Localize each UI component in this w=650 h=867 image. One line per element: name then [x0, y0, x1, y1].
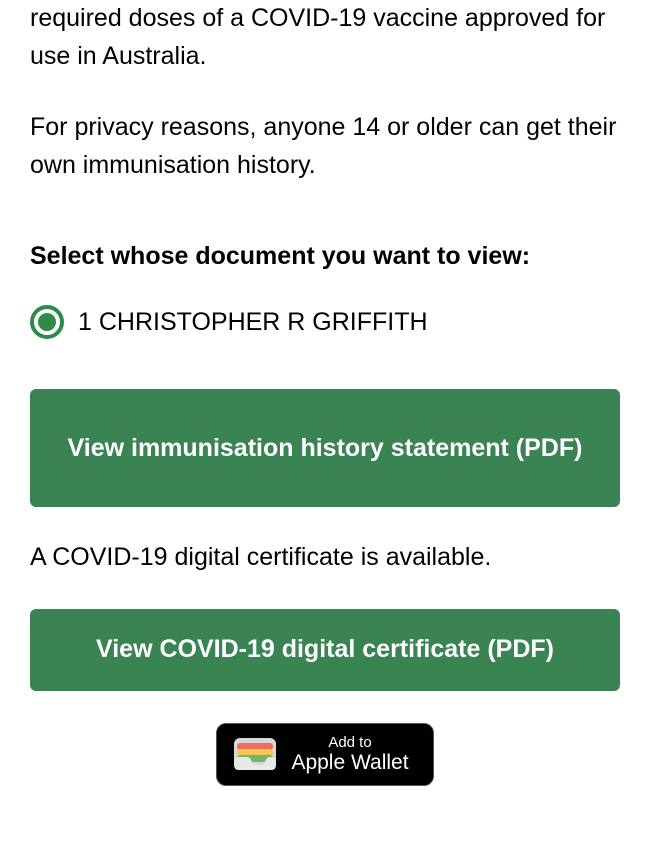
intro-paragraph-2: For privacy reasons, anyone 14 or older …	[30, 109, 620, 184]
view-immunisation-history-button[interactable]: View immunisation history statement (PDF…	[30, 389, 620, 507]
wallet-brand-label: Apple Wallet	[291, 751, 408, 775]
person-radio-option[interactable]: 1 CHRISTOPHER R GRIFFITH	[30, 305, 620, 339]
person-name-label: 1 CHRISTOPHER R GRIFFITH	[78, 308, 428, 337]
intro-paragraph-1: required doses of a COVID-19 vaccine app…	[30, 0, 620, 75]
add-to-apple-wallet-button[interactable]: Add to Apple Wallet	[216, 723, 433, 786]
wallet-add-to-label: Add to	[291, 734, 408, 751]
apple-wallet-icon	[233, 737, 277, 771]
view-covid-certificate-button[interactable]: View COVID-19 digital certificate (PDF)	[30, 609, 620, 691]
radio-selected-icon	[30, 305, 64, 339]
certificate-available-text: A COVID-19 digital certificate is availa…	[30, 539, 620, 577]
select-document-heading: Select whose document you want to view:	[30, 242, 620, 271]
